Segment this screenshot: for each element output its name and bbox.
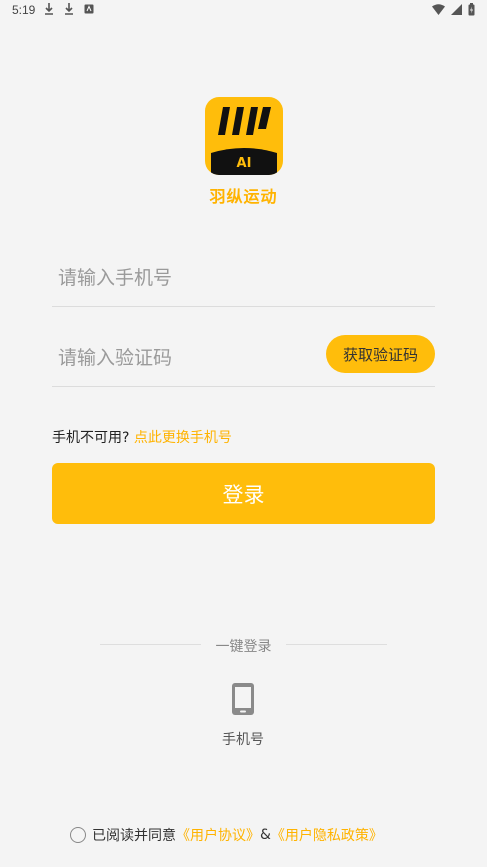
login-button[interactable]: 登录: [52, 463, 435, 524]
system-icons: [432, 3, 475, 16]
agreement-row: 已阅读并同意 《用户协议》 & 《用户隐私政策》: [70, 825, 383, 845]
logo-badge: AI: [236, 156, 252, 171]
agreement-checkbox[interactable]: [70, 827, 86, 843]
keyboard-icon: [84, 4, 94, 14]
phone-input[interactable]: [56, 260, 310, 296]
agreement-prefix: 已阅读并同意: [92, 828, 176, 844]
download-icon: [45, 3, 53, 15]
change-phone-link[interactable]: 点此更换手机号: [134, 430, 232, 446]
download-icon: [65, 3, 73, 15]
wifi-icon: [432, 4, 445, 15]
divider-right: [286, 644, 387, 645]
phone-unavailable-row: 手机不可用? 点此更换手机号: [52, 427, 232, 447]
mobile-phone-icon: [232, 683, 254, 715]
get-code-button[interactable]: 获取验证码: [326, 335, 435, 373]
app-name: 羽纵运动: [209, 187, 278, 206]
signal-icon: [451, 4, 462, 15]
status-time: 5:19: [12, 3, 36, 17]
phone-unavailable-text: 手机不可用?: [52, 430, 130, 446]
status-bar: 5:19: [0, 0, 487, 22]
user-agreement-link[interactable]: 《用户协议》: [176, 825, 260, 845]
notification-icons: [44, 3, 94, 15]
battery-icon: [468, 3, 475, 16]
phone-field-row: [52, 250, 435, 307]
one-key-login-label: 一键登录: [215, 639, 272, 655]
phone-login-label: 手机号: [222, 732, 264, 748]
app-logo: AI: [205, 97, 283, 175]
phone-login-option[interactable]: 手机号: [203, 683, 283, 753]
verification-code-input[interactable]: [56, 340, 310, 376]
code-field-row: 获取验证码: [52, 330, 435, 387]
privacy-policy-link[interactable]: 《用户隐私政策》: [271, 825, 383, 845]
app-logo-tile: AI: [205, 97, 283, 175]
agreement-separator: &: [260, 827, 271, 843]
divider-left: [100, 644, 201, 645]
